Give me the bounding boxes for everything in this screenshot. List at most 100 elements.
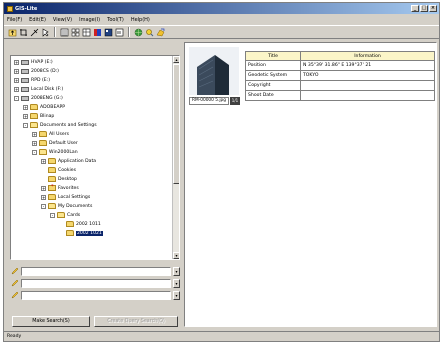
tree-item[interactable]: Cookies (41, 166, 76, 174)
expand-icon[interactable]: + (14, 86, 19, 92)
scrollbar-thumb[interactable] (173, 64, 179, 184)
up-folder-icon[interactable] (8, 28, 17, 37)
menu-help[interactable]: Help(H) (131, 17, 150, 23)
expand-icon[interactable]: + (41, 185, 46, 191)
tree-item[interactable]: - Documents and Settings (23, 121, 97, 129)
tree-item[interactable]: + RPD (E:) (14, 76, 50, 84)
make-search-button[interactable]: Make Search(S) (12, 316, 90, 327)
image-thumbnail[interactable] (189, 47, 239, 95)
title-bar[interactable]: GIS-Lite _ □ × (4, 3, 439, 14)
expand-icon[interactable]: + (14, 68, 19, 74)
tree-item[interactable]: + Favorites (41, 184, 79, 192)
thumbnail-icon[interactable] (104, 28, 113, 37)
tree-item-label: Win2000Lan (49, 149, 78, 155)
folder-icon (66, 230, 74, 236)
tree-item[interactable]: 2002 1011 (59, 220, 101, 228)
color-icon[interactable] (93, 28, 102, 37)
expand-icon[interactable]: + (14, 77, 19, 83)
arrow-tool-icon[interactable] (41, 27, 50, 37)
tree-item-label: Cookies (58, 167, 76, 173)
tree-item[interactable]: + Application Data (41, 157, 96, 165)
page-badge: 1/1 (230, 97, 240, 105)
tree-item[interactable]: Desktop (41, 175, 77, 183)
tree-item-label: Cards (67, 212, 81, 218)
select-tool-icon[interactable] (30, 28, 39, 37)
tree-item-label: ADOBEAPP (40, 104, 66, 110)
table-row[interactable]: Position N 35°39' 31.86" E 139°37' 21 (245, 60, 435, 71)
search-dropdown-3[interactable]: ▾ (173, 290, 180, 300)
globe-icon[interactable] (134, 28, 143, 37)
pencil-icon (10, 267, 19, 276)
drive-icon (21, 59, 29, 65)
collapse-icon[interactable]: - (41, 203, 46, 209)
search-map-icon[interactable] (145, 28, 154, 37)
tree-item-label: RPD (E:) (31, 77, 50, 83)
collapse-icon[interactable]: - (14, 95, 19, 101)
tree-item[interactable]: + Default User (32, 139, 78, 147)
collapse-icon[interactable]: - (50, 212, 55, 218)
grid-view-icon[interactable] (71, 28, 80, 37)
options-icon[interactable] (115, 28, 124, 37)
expand-icon[interactable]: + (23, 104, 28, 110)
expand-icon[interactable]: + (41, 194, 46, 200)
folder-icon (48, 176, 56, 182)
search-field-1[interactable] (21, 266, 171, 276)
tree-item[interactable]: + All Users (32, 130, 69, 138)
search-field-3[interactable] (21, 290, 171, 300)
column-header-title[interactable]: Title (245, 51, 301, 61)
tree-scrollbar[interactable]: ▴ ▾ (172, 56, 179, 259)
expand-icon[interactable]: + (23, 113, 28, 119)
search-dropdown-2[interactable]: ▾ (173, 278, 180, 288)
menu-tool[interactable]: Tool(T) (107, 17, 124, 23)
menu-image[interactable]: Image(I) (79, 17, 100, 23)
tree-item[interactable]: + Blinap (23, 112, 54, 120)
tree-item[interactable]: + Local Settings (41, 193, 90, 201)
row-info: TOKYO (300, 70, 435, 81)
table-row[interactable]: Geodetic System TOKYO (245, 70, 435, 81)
column-header-information[interactable]: Information (300, 51, 435, 61)
tree-item[interactable]: - Cards (50, 211, 80, 219)
create-query-button[interactable]: Create Query Search(Q) (94, 316, 178, 327)
tree-item[interactable]: 2002 1021 (59, 229, 103, 237)
close-button[interactable]: × (429, 5, 437, 12)
tree-item-label: Default User (49, 140, 78, 146)
collapse-icon[interactable]: - (32, 149, 37, 155)
tree-item[interactable]: - 2008ENG (G:) (14, 94, 63, 102)
tree-item[interactable]: + ADOBEAPP (23, 103, 65, 111)
tree-item-label: Application Data (58, 158, 97, 164)
search-dropdown-1[interactable]: ▾ (173, 266, 180, 276)
tree-item[interactable]: - Win2000Lan (32, 148, 78, 156)
tree-item-label: Favorites (58, 185, 79, 191)
collapse-icon[interactable]: - (23, 122, 28, 128)
maximize-button[interactable]: □ (420, 5, 428, 12)
expand-icon[interactable]: + (32, 140, 37, 146)
search-criteria-row: ▾ (10, 278, 180, 288)
tree-item[interactable]: + HVAP (E:) (14, 58, 53, 66)
expand-icon[interactable]: + (32, 131, 37, 137)
menu-view[interactable]: View(V) (53, 17, 72, 23)
row-title: Position (245, 60, 301, 71)
tree-item[interactable]: + Local Disk (F:) (14, 85, 63, 93)
crop-tool-icon[interactable] (19, 28, 28, 37)
menu-edit[interactable]: Edit(E) (29, 17, 46, 23)
folder-tree[interactable]: + HVAP (E:) +2008CS (D:) + RPD (E:) + Local Di… (10, 55, 180, 260)
export-icon[interactable] (156, 28, 165, 37)
toolbar-separator (128, 27, 130, 37)
scroll-up-icon[interactable]: ▴ (173, 56, 179, 63)
folder-icon (48, 194, 56, 200)
table-row[interactable]: Copyright (245, 80, 435, 91)
table-row[interactable]: Shoot Date (245, 90, 435, 101)
search-field-2[interactable] (21, 278, 171, 288)
menu-file[interactable]: File(F) (7, 17, 22, 23)
minimize-button[interactable]: _ (411, 5, 419, 12)
expand-icon[interactable]: + (41, 158, 46, 164)
window-title: GIS-Lite (15, 5, 38, 12)
list-view-icon[interactable] (60, 28, 69, 37)
scroll-down-icon[interactable]: ▾ (173, 252, 179, 259)
tree-item[interactable]: +2008CS (D:) (14, 67, 59, 75)
tree-item[interactable]: - My Documents (41, 202, 92, 210)
drive-icon (21, 77, 29, 83)
row-info (300, 90, 435, 101)
detail-view-icon[interactable] (82, 28, 91, 37)
expand-icon[interactable]: + (14, 59, 19, 65)
